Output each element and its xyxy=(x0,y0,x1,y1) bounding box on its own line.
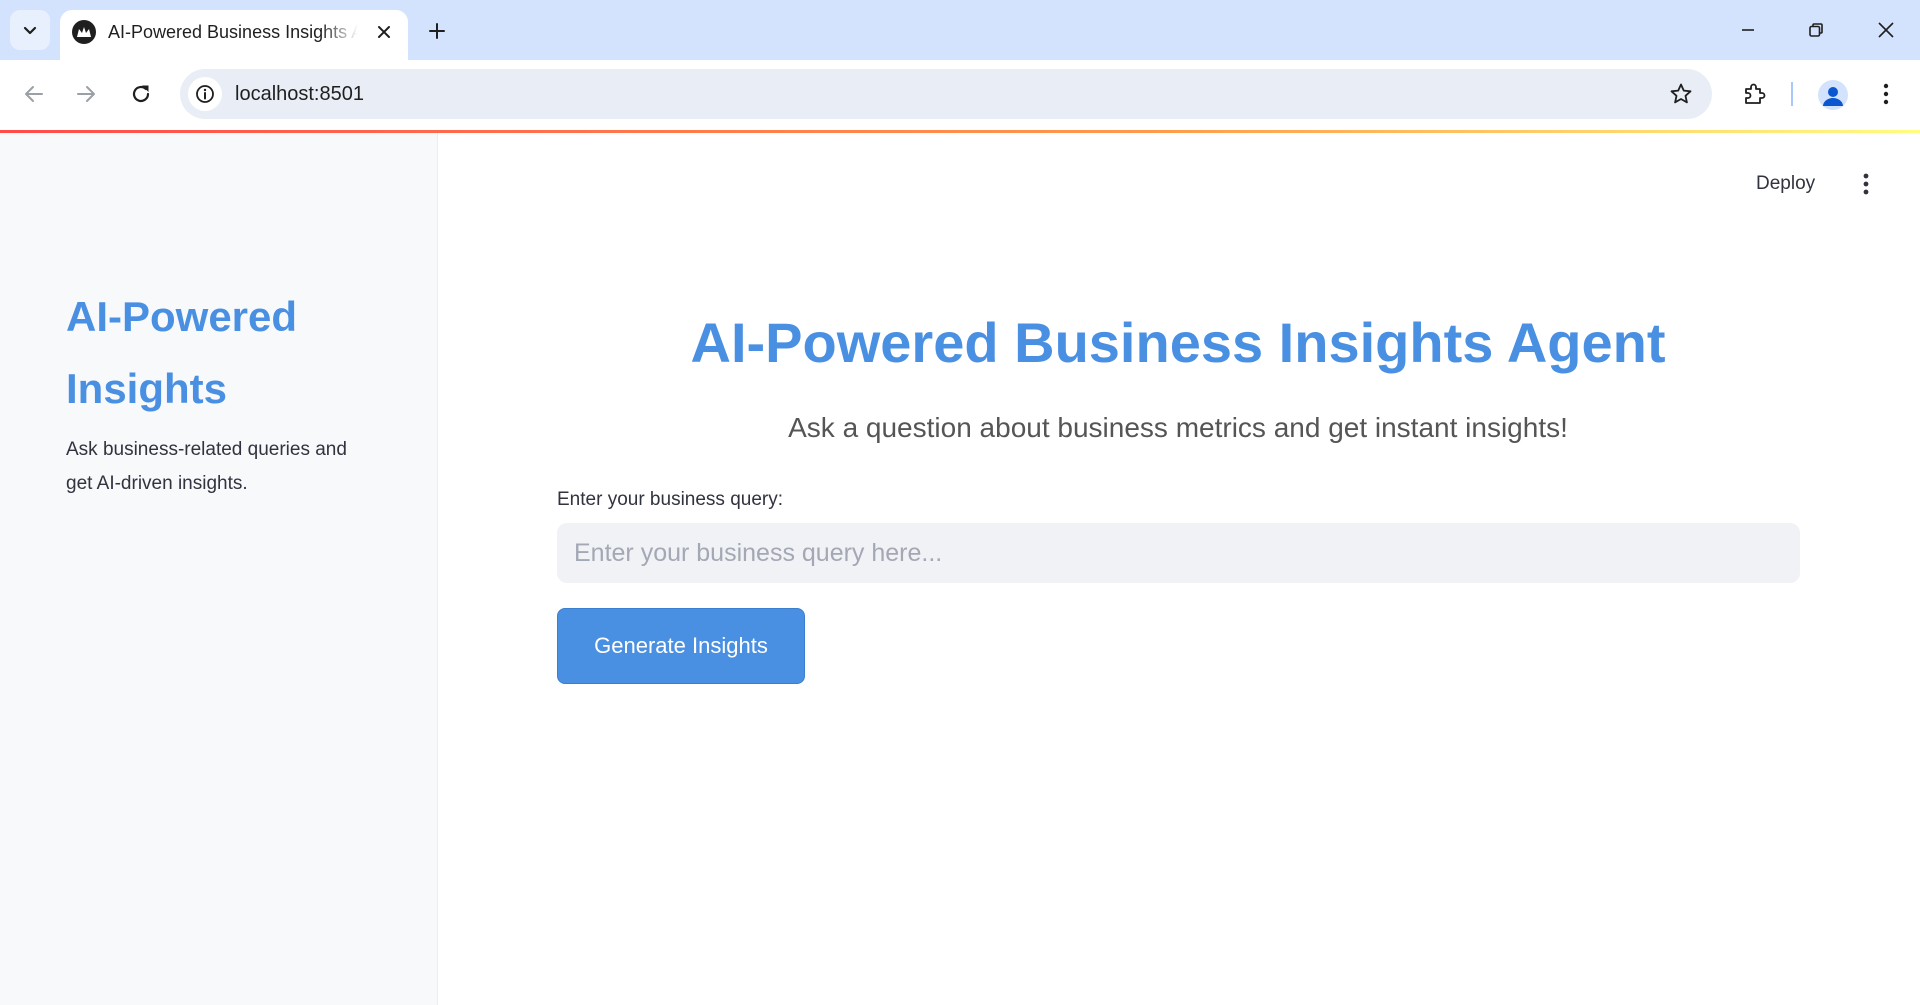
arrow-left-icon xyxy=(25,86,43,102)
app-menu-button[interactable] xyxy=(1848,166,1884,202)
query-input[interactable] xyxy=(557,523,1800,583)
browser-tab-active[interactable]: AI-Powered Business Insights Agent xyxy=(60,10,408,60)
close-window-button[interactable] xyxy=(1862,10,1910,50)
sidebar: AI-Powered Insights Ask business-related… xyxy=(0,133,438,1005)
main-content: Deploy AI-Powered Business Insights Agen… xyxy=(438,133,1920,1005)
puzzle-icon xyxy=(1745,83,1766,104)
browser-toolbar: localhost:8501 xyxy=(0,60,1920,130)
reload-button[interactable] xyxy=(121,74,161,114)
restore-button[interactable] xyxy=(1792,10,1840,50)
bookmark-button[interactable] xyxy=(1664,77,1698,111)
generate-insights-button[interactable]: Generate Insights xyxy=(557,608,805,684)
new-tab-button[interactable] xyxy=(420,14,454,48)
browser-tab-bar: AI-Powered Business Insights Agent xyxy=(0,0,1920,60)
site-info-button[interactable] xyxy=(188,77,222,111)
tab-search-button[interactable] xyxy=(10,10,50,50)
kebab-menu-icon xyxy=(1883,83,1889,105)
page-subtitle: Ask a question about business metrics an… xyxy=(788,412,1568,443)
query-label: Enter your business query: xyxy=(557,489,784,510)
restore-icon xyxy=(1809,23,1823,37)
sidebar-description: Ask business-related queries and get AI-… xyxy=(66,439,347,494)
tab-title: AI-Powered Business Insights Agent xyxy=(108,22,358,42)
chevron-down-icon xyxy=(23,26,37,35)
sidebar-title: AI-Powered Insights xyxy=(66,293,298,412)
minimize-icon xyxy=(1742,29,1754,31)
info-icon xyxy=(196,85,214,103)
streamlit-favicon-icon xyxy=(72,20,96,44)
profile-avatar-icon[interactable] xyxy=(1818,80,1848,110)
back-button[interactable] xyxy=(14,74,54,114)
browser-menu-button[interactable] xyxy=(1866,74,1906,114)
address-bar[interactable]: localhost:8501 xyxy=(180,69,1712,119)
minimize-button[interactable] xyxy=(1724,10,1772,50)
close-icon xyxy=(1878,22,1894,38)
kebab-menu-icon xyxy=(1863,173,1869,195)
star-icon xyxy=(1670,83,1692,104)
toolbar-divider xyxy=(1791,82,1793,106)
page-title: AI-Powered Business Insights Agent xyxy=(690,311,1666,374)
tab-close-icon[interactable] xyxy=(372,20,396,44)
reload-icon xyxy=(132,85,150,103)
forward-button[interactable] xyxy=(66,74,106,114)
plus-icon xyxy=(429,23,445,39)
deploy-button[interactable]: Deploy xyxy=(1746,167,1825,201)
extensions-button[interactable] xyxy=(1734,74,1774,114)
url-text: localhost:8501 xyxy=(235,83,364,105)
arrow-right-icon xyxy=(77,86,95,102)
